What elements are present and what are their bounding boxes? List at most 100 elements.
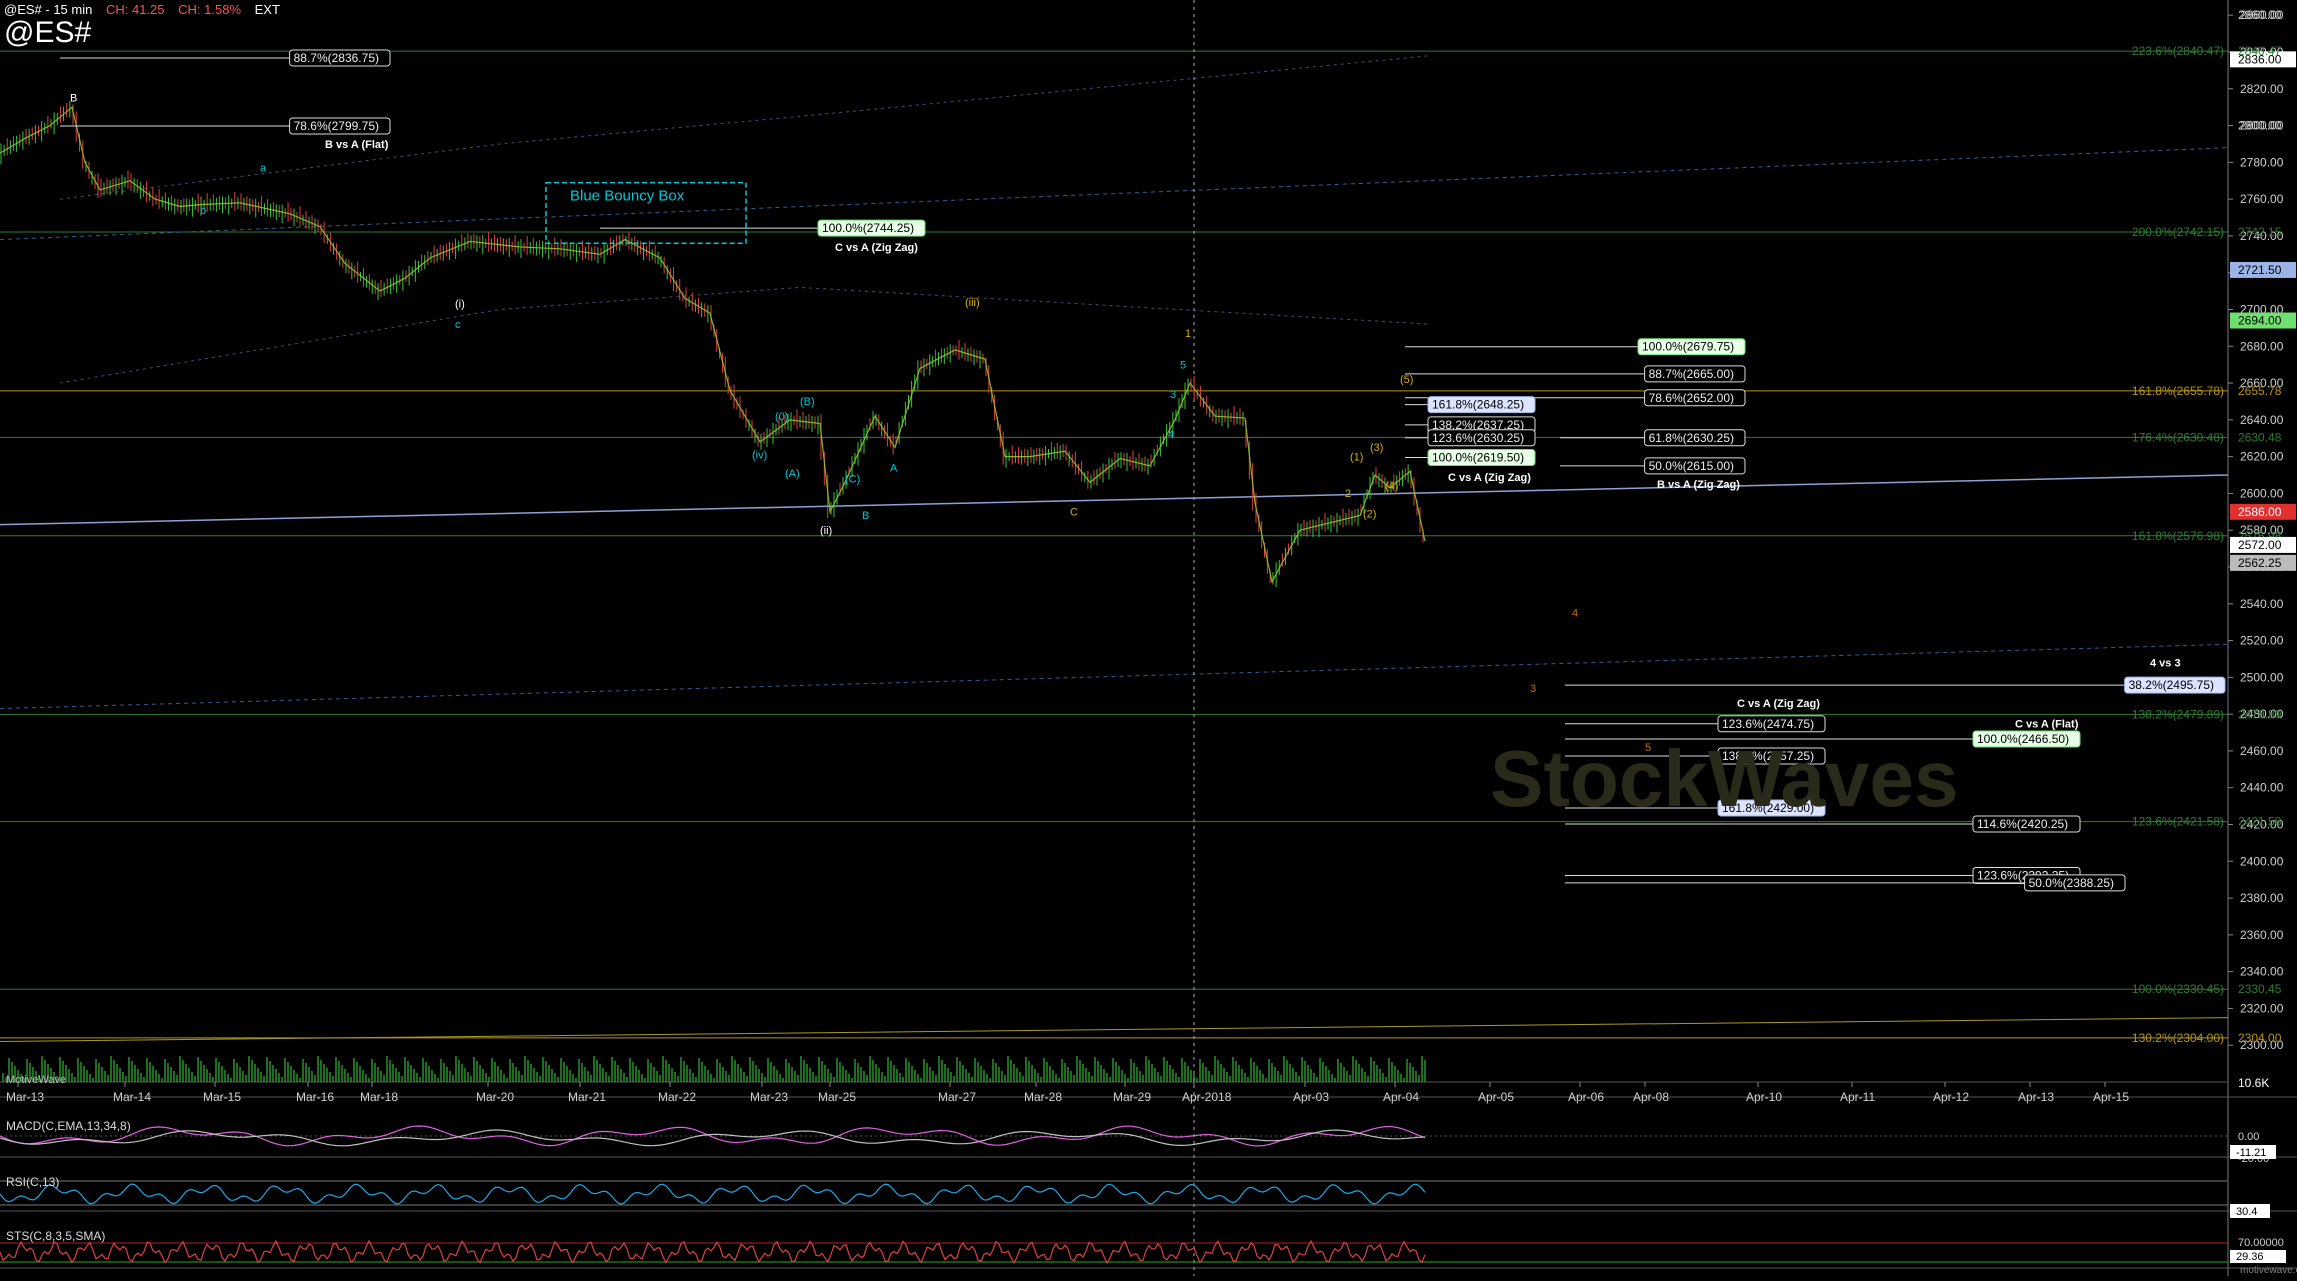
volume-bar <box>1247 1077 1249 1082</box>
volume-bar <box>86 1070 88 1082</box>
x-tick-label: Apr-2018 <box>1182 1090 1232 1104</box>
volume-bar <box>482 1069 484 1082</box>
volume-bar <box>560 1058 562 1082</box>
volume-bar <box>308 1067 310 1082</box>
volume-bar <box>446 1067 448 1082</box>
price-tag: 2655.78 <box>2238 384 2282 398</box>
volume-bar <box>938 1056 940 1082</box>
x-tick-label: Mar-25 <box>818 1090 856 1104</box>
volume-bar <box>830 1073 832 1082</box>
fib-box-label: 123.6%(2474.75) <box>1722 717 1814 731</box>
volume-bar <box>227 1074 229 1082</box>
price-tag: 2562.25 <box>2238 556 2282 570</box>
volume-bar <box>500 1070 502 1082</box>
volume-bar <box>722 1067 724 1082</box>
volume-bar <box>677 1076 679 1082</box>
volume-bar <box>857 1063 859 1082</box>
volume-bar <box>1313 1073 1315 1082</box>
volume-bar <box>533 1068 535 1082</box>
price-tag: 2860.00 <box>2238 8 2282 22</box>
volume-bar <box>719 1063 721 1082</box>
volume-bar <box>464 1068 466 1082</box>
volume-bar <box>1166 1061 1168 1082</box>
volume-bar <box>1229 1076 1231 1082</box>
volume-bar <box>452 1075 454 1082</box>
volume-bar <box>959 1061 961 1082</box>
volume-bar <box>1214 1056 1216 1082</box>
volume-bar <box>716 1059 718 1082</box>
wave-label: c <box>455 319 461 331</box>
y-tick-label: 2820.00 <box>2240 82 2284 96</box>
volume-bar <box>668 1064 670 1082</box>
volume-bar <box>1256 1066 1258 1082</box>
volume-bar <box>776 1070 778 1082</box>
volume-bar <box>725 1071 727 1082</box>
volume-bar <box>1220 1064 1222 1082</box>
volume-bar <box>347 1073 349 1082</box>
wave-label: (A) <box>785 468 800 480</box>
y-tick-label: 2340.00 <box>2240 965 2284 979</box>
volume-bar <box>1310 1069 1312 1082</box>
fib-box-label: 100.0%(2679.75) <box>1642 340 1734 354</box>
volume-bar <box>143 1077 145 1082</box>
volume-bar <box>1385 1077 1387 1082</box>
volume-bar <box>323 1064 325 1082</box>
symbol-title: @ES# <box>4 16 92 49</box>
watermark: StockWaves <box>1490 734 1958 823</box>
volume-bar <box>1187 1066 1189 1082</box>
x-tick-label: Apr-08 <box>1633 1090 1669 1104</box>
volume-bar <box>1307 1065 1309 1082</box>
fib-box-label: 100.0%(2466.50) <box>1977 732 2069 746</box>
volume-bar <box>950 1072 952 1082</box>
wave-label: 1 <box>1185 328 1191 340</box>
chart-svg[interactable]: 2300.002320.002340.002360.002380.002400.… <box>0 0 2297 1276</box>
volume-bar <box>878 1068 880 1082</box>
volume-bar <box>791 1067 793 1082</box>
volume-bar <box>929 1067 931 1082</box>
price-tag: 2800.00 <box>2238 119 2282 133</box>
volume-bar <box>125 1076 127 1082</box>
bouncy-box-label: Blue Bouncy Box <box>570 188 685 205</box>
volume-bar <box>626 1077 628 1082</box>
volume-bar <box>812 1072 814 1082</box>
volume-bar <box>803 1060 805 1082</box>
volume-bar <box>842 1066 844 1082</box>
volume-bar <box>320 1060 322 1082</box>
volume-bar <box>827 1069 829 1082</box>
volume-bar <box>1334 1078 1336 1082</box>
volume-bar <box>887 1057 889 1082</box>
volume-bar <box>1199 1059 1201 1082</box>
volume-bar <box>1193 1074 1195 1082</box>
chart-header: @ES# - 15 min CH: 41.25 CH: 1.58% EXT <box>4 2 290 17</box>
volume-bar <box>1259 1070 1261 1082</box>
volume-bar <box>710 1074 712 1082</box>
volume-bar <box>317 1056 319 1082</box>
volume-bar <box>1340 1063 1342 1082</box>
volume-bar <box>656 1071 658 1082</box>
volume-bar <box>1112 1058 1114 1082</box>
volume-bar <box>413 1069 415 1082</box>
volume-bar <box>1100 1065 1102 1082</box>
chart-window[interactable]: 2300.00 2320.00 2340.00 2360.00 2380.00 2400.… <box>0 0 2297 1276</box>
volume-bar <box>1181 1058 1183 1082</box>
volume-bar <box>1016 1068 1018 1082</box>
volume-bar <box>299 1078 301 1082</box>
volume-bar <box>737 1064 739 1082</box>
volume-bar <box>80 1062 82 1082</box>
volume-bar <box>1424 1060 1426 1082</box>
volume-bar <box>551 1069 553 1082</box>
volume-bar <box>161 1078 163 1082</box>
volume-bar <box>335 1057 337 1082</box>
volume-bar <box>536 1072 538 1082</box>
volume-bar <box>1001 1071 1003 1082</box>
fib-box-label: 78.6%(2799.75) <box>294 119 379 133</box>
macd-value: -11.21 <box>2236 1147 2266 1159</box>
x-tick-label: Mar-28 <box>1024 1090 1062 1104</box>
volume-bar <box>848 1074 850 1082</box>
volume-bar <box>122 1072 124 1082</box>
volume-bar <box>1121 1070 1123 1082</box>
volume-bar <box>116 1064 118 1082</box>
volume-bar <box>431 1070 433 1082</box>
volume-bar <box>1154 1068 1156 1082</box>
volume-bar <box>1409 1063 1411 1082</box>
